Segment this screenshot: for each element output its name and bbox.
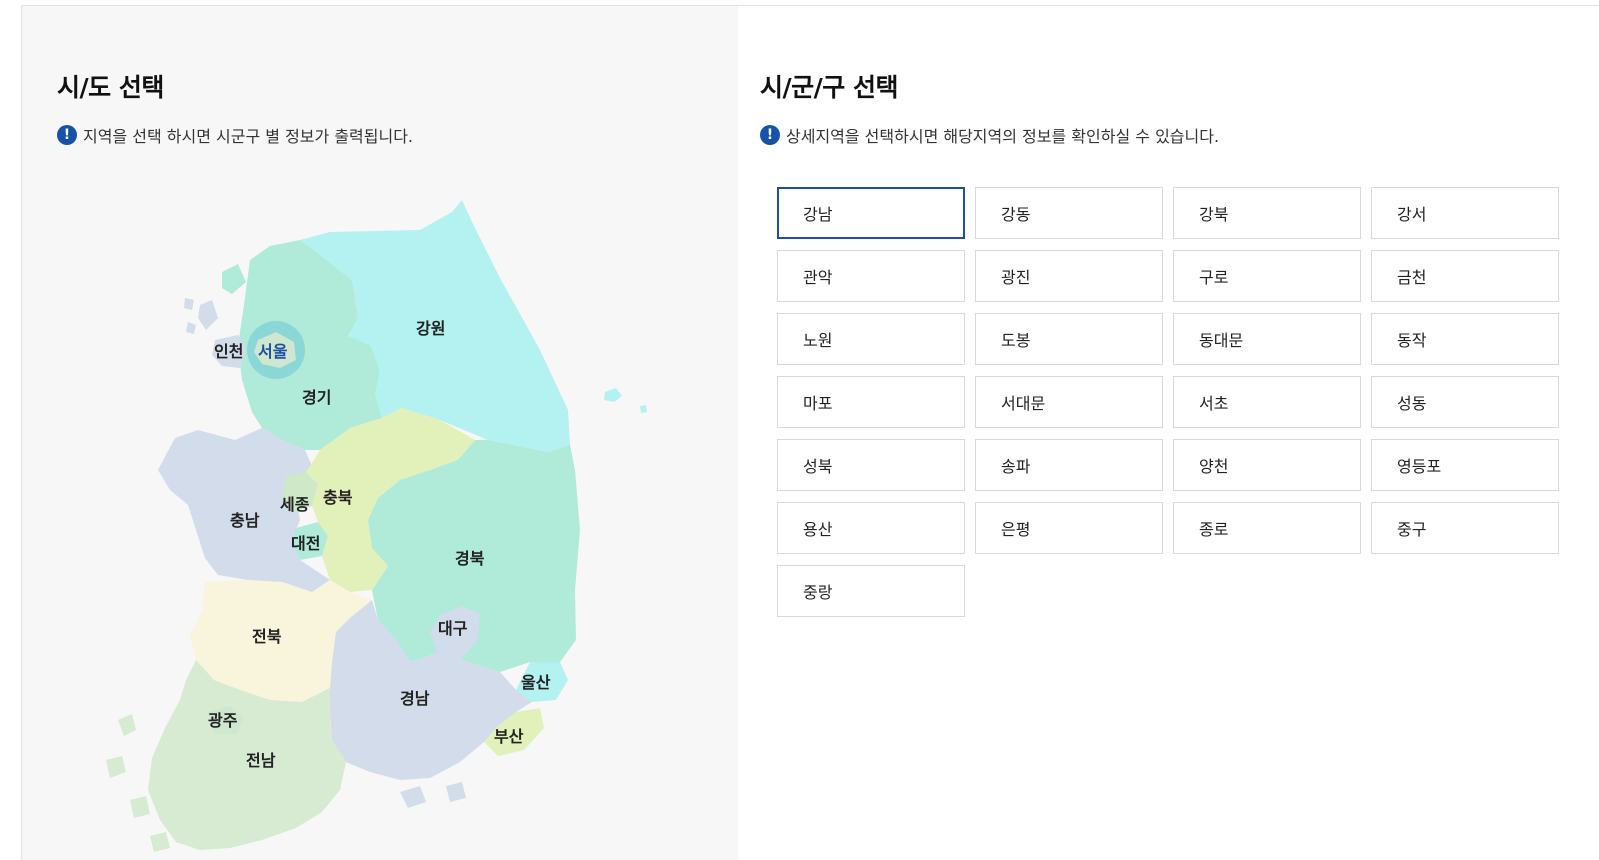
info-icon: ! (57, 125, 77, 145)
district-button[interactable]: 서초 (1173, 376, 1361, 428)
district-notice-text: 상세지역을 선택하시면 해당지역의 정보를 확인하실 수 있습니다. (786, 127, 1220, 146)
label-seoul: 서울 (258, 342, 288, 361)
region-select-title: 시/도 선택 (57, 73, 164, 102)
island-south-f (446, 782, 466, 802)
district-button[interactable]: 금천 (1371, 250, 1559, 302)
label-chungbuk: 충북 (323, 488, 353, 507)
district-button[interactable]: 강남 (777, 187, 965, 239)
district-button[interactable]: 서대문 (975, 376, 1163, 428)
info-icon: ! (760, 125, 780, 145)
district-grid: 강남 강동 강북 강서 관악 광진 구로 금천 노원 도봉 동대문 동작 마포 … (777, 187, 1577, 617)
district-button[interactable]: 강북 (1173, 187, 1361, 239)
label-gyeongbuk: 경북 (455, 549, 485, 568)
district-button[interactable]: 강서 (1371, 187, 1559, 239)
label-daejeon: 대전 (291, 534, 320, 553)
island-south-a (118, 714, 136, 736)
district-button[interactable]: 노원 (777, 313, 965, 365)
label-gyeonggi: 경기 (302, 388, 331, 407)
island-south-d (150, 832, 170, 852)
district-button[interactable]: 마포 (777, 376, 965, 428)
island-south-e (400, 786, 426, 808)
district-button[interactable]: 은평 (975, 502, 1163, 554)
district-button[interactable]: 종로 (1173, 502, 1361, 554)
district-button[interactable]: 광진 (975, 250, 1163, 302)
district-button[interactable]: 양천 (1173, 439, 1361, 491)
district-button[interactable]: 성동 (1371, 376, 1559, 428)
label-ulsan: 울산 (521, 673, 551, 692)
district-button[interactable]: 송파 (975, 439, 1163, 491)
island-south-b (106, 756, 126, 778)
district-button[interactable]: 관악 (777, 250, 965, 302)
island-ulleungdo (604, 388, 622, 402)
island-gyeonggi-a (222, 264, 246, 294)
label-sejong: 세종 (280, 495, 310, 514)
label-gyeongnam: 경남 (400, 689, 430, 708)
island-south-c (130, 796, 150, 818)
district-button[interactable]: 영등포 (1371, 439, 1559, 491)
label-jeonbuk: 전북 (252, 627, 282, 646)
district-button[interactable]: 성북 (777, 439, 965, 491)
district-button[interactable]: 중구 (1371, 502, 1559, 554)
district-button[interactable]: 용산 (777, 502, 965, 554)
district-notice: ! 상세지역을 선택하시면 해당지역의 정보를 확인하실 수 있습니다. (760, 123, 1219, 147)
label-gangwon: 강원 (416, 319, 445, 338)
region-notice-text: 지역을 선택 하시면 시군구 별 정보가 출력됩니다. (83, 127, 414, 146)
district-select-title: 시/군/구 선택 (760, 73, 898, 102)
label-daegu: 대구 (438, 619, 468, 638)
island-dokdo (640, 405, 647, 413)
label-jeonnam: 전남 (246, 751, 276, 770)
label-chungnam: 충남 (230, 511, 260, 530)
label-gwangju: 광주 (208, 711, 238, 730)
district-button[interactable]: 구로 (1173, 250, 1361, 302)
island-incheon-a (198, 300, 218, 330)
district-button[interactable]: 동대문 (1173, 313, 1361, 365)
district-button[interactable]: 도봉 (975, 313, 1163, 365)
district-button[interactable]: 동작 (1371, 313, 1559, 365)
island-incheon-b (184, 298, 194, 310)
district-button[interactable]: 중랑 (777, 565, 965, 617)
label-incheon: 인천 (214, 342, 243, 361)
island-incheon-c (186, 322, 196, 334)
region-notice: ! 지역을 선택 하시면 시군구 별 정보가 출력됩니다. (57, 123, 413, 147)
label-busan: 부산 (494, 727, 524, 746)
district-button[interactable]: 강동 (975, 187, 1163, 239)
